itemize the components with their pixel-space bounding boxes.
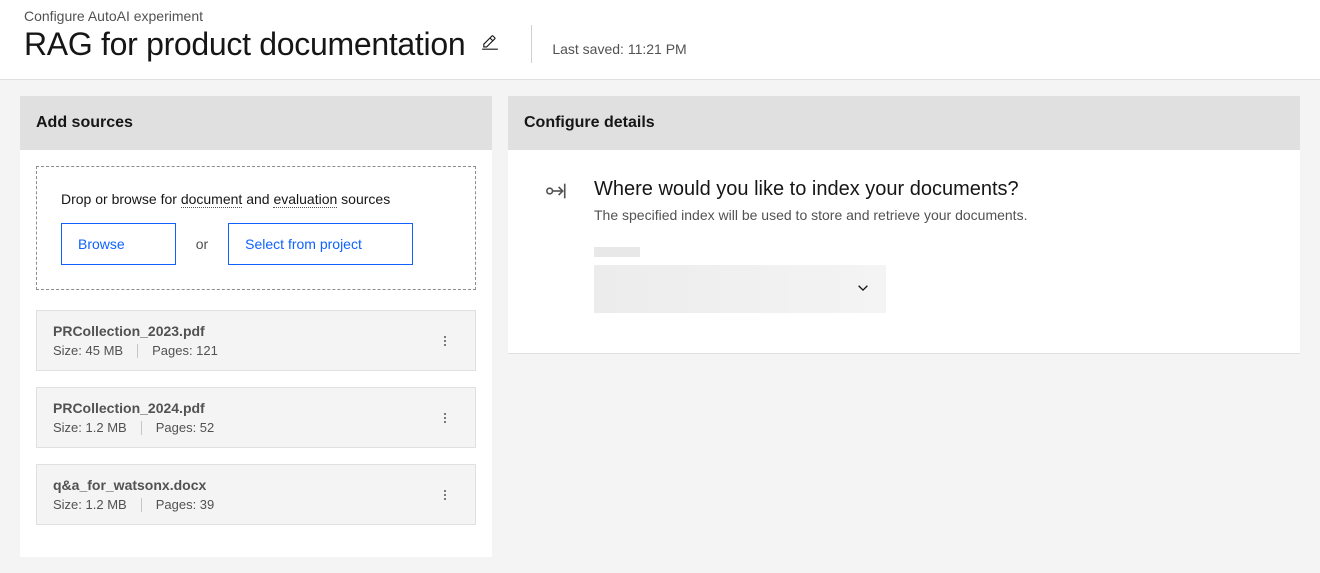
index-icon (544, 178, 570, 207)
index-select-skeleton[interactable] (594, 265, 886, 313)
skeleton-label (594, 247, 640, 257)
drop-instructions: Drop or browse for document and evaluati… (61, 191, 451, 207)
index-description: The specified index will be used to stor… (594, 207, 1264, 223)
file-size: Size: 1.2 MB (53, 420, 127, 435)
file-size: Size: 1.2 MB (53, 497, 127, 512)
divider (137, 344, 138, 358)
file-pages: Pages: 52 (156, 420, 215, 435)
file-item: PRCollection_2024.pdf Size: 1.2 MB Pages… (36, 387, 476, 448)
file-name: q&a_for_watsonx.docx (53, 477, 214, 493)
divider (531, 25, 532, 63)
file-pages: Pages: 39 (156, 497, 215, 512)
page-header: Configure AutoAI experiment RAG for prod… (0, 0, 1320, 80)
file-item: q&a_for_watsonx.docx Size: 1.2 MB Pages:… (36, 464, 476, 525)
edit-icon[interactable] (481, 34, 499, 56)
configure-details-panel: Configure details Where would you like t… (508, 96, 1300, 354)
file-pages: Pages: 121 (152, 343, 218, 358)
overflow-menu-icon[interactable] (431, 327, 459, 355)
divider (141, 498, 142, 512)
drop-zone[interactable]: Drop or browse for document and evaluati… (36, 166, 476, 290)
divider (141, 421, 142, 435)
browse-button[interactable]: Browse (61, 223, 176, 265)
configure-details-title: Configure details (508, 96, 1300, 150)
file-name: PRCollection_2024.pdf (53, 400, 214, 416)
file-size: Size: 45 MB (53, 343, 123, 358)
file-item: PRCollection_2023.pdf Size: 45 MB Pages:… (36, 310, 476, 371)
index-question: Where would you like to index your docum… (594, 178, 1264, 201)
page-title: RAG for product documentation (24, 26, 465, 63)
or-text: or (196, 236, 208, 252)
chevron-down-icon (856, 281, 870, 298)
last-saved-text: Last saved: 11:21 PM (552, 41, 686, 63)
content-area: Add sources Drop or browse for document … (0, 80, 1320, 573)
document-link[interactable]: document (181, 191, 242, 208)
evaluation-link[interactable]: evaluation (273, 191, 337, 208)
select-from-project-button[interactable]: Select from project (228, 223, 413, 265)
file-name: PRCollection_2023.pdf (53, 323, 218, 339)
add-sources-panel: Add sources Drop or browse for document … (20, 96, 492, 557)
overflow-menu-icon[interactable] (431, 481, 459, 509)
overflow-menu-icon[interactable] (431, 404, 459, 432)
breadcrumb: Configure AutoAI experiment (24, 8, 499, 24)
add-sources-title: Add sources (20, 96, 492, 150)
